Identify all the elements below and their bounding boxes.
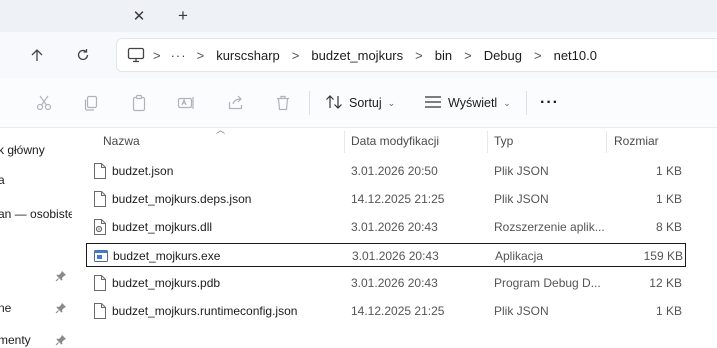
file-list: ︿ Nazwa Data modyfikacji Typ Rozmiar bud…: [86, 125, 717, 348]
sidebar-item-pinned-2[interactable]: ne: [0, 299, 72, 319]
sidebar-item-label: ne: [0, 301, 12, 315]
sort-label: Sortuj: [349, 96, 382, 110]
refresh-icon[interactable]: [70, 43, 96, 67]
chevron-down-icon: ⌄: [387, 97, 396, 108]
view-button[interactable]: Wyświetl ⌄: [424, 91, 511, 115]
sidebar-item-label: k główny: [0, 143, 45, 157]
breadcrumb-net10[interactable]: net10.0: [544, 48, 607, 63]
navigation-pane: k główny a an — osobiste ne menty: [0, 129, 72, 348]
pin-icon: [55, 270, 67, 282]
file-date-modified: 3.01.2026 20:43: [351, 276, 438, 290]
more-options-button[interactable]: ···: [540, 91, 559, 115]
file-row[interactable]: budzet_mojkurs.runtimeconfig.json 14.12.2…: [86, 299, 686, 323]
breadcrumb-separator: >: [464, 47, 472, 63]
file-name: budzet_mojkurs.dll: [112, 220, 213, 234]
file-date-modified: 14.12.2025 21:25: [351, 304, 445, 318]
copy-icon[interactable]: [81, 93, 101, 113]
file-type: Plik JSON: [494, 304, 549, 318]
file-size: 1 KB: [655, 304, 682, 318]
file-name: budzet_mojkurs.runtimeconfig.json: [112, 304, 298, 318]
file-name: budzet_mojkurs.exe: [113, 249, 221, 263]
column-header-date[interactable]: Data modyfikacji: [351, 129, 486, 153]
column-divider[interactable]: [606, 131, 607, 153]
sidebar-item-label: a: [0, 173, 5, 187]
breadcrumb-budzet-mojkurs[interactable]: budzet_mojkurs: [301, 48, 413, 63]
json-file-icon: [92, 162, 108, 180]
file-size: 159 KB: [643, 249, 683, 263]
breadcrumb-bin[interactable]: bin: [425, 48, 462, 63]
breadcrumb-separator: >: [291, 47, 300, 63]
file-date-modified: 3.01.2026 20:50: [351, 164, 438, 178]
sort-button[interactable]: Sortuj ⌄: [325, 91, 395, 115]
delete-icon[interactable]: [273, 93, 293, 113]
pdb-file-icon: [92, 274, 108, 292]
breadcrumb-separator: >: [196, 47, 205, 63]
navigation-bar: > ··· > kurscsharp > budzet_mojkurs > bi…: [0, 32, 717, 78]
json-file-icon: [92, 302, 108, 320]
file-type: Program Debug D...: [494, 276, 601, 290]
chevron-down-icon: ⌄: [503, 97, 511, 108]
file-name: budzet.json: [112, 164, 174, 178]
file-size: 8 KB: [655, 220, 682, 234]
sidebar-item-label: menty: [0, 333, 31, 347]
paste-icon[interactable]: [129, 93, 149, 113]
sidebar-item-onedrive[interactable]: an — osobiste: [0, 205, 72, 225]
file-size: 1 KB: [655, 164, 682, 178]
file-name: budzet_mojkurs.pdb: [112, 276, 221, 290]
new-tab-icon[interactable]: +: [172, 5, 194, 27]
pin-icon: [55, 334, 67, 346]
column-header-size[interactable]: Rozmiar: [614, 129, 684, 153]
column-header-type[interactable]: Typ: [494, 129, 604, 153]
dll-file-icon: [92, 218, 108, 236]
exe-file-icon: [93, 247, 109, 265]
sidebar-item-gallery[interactable]: a: [0, 171, 72, 191]
file-row[interactable]: budzet_mojkurs.pdb 3.01.2026 20:43 Program…: [86, 271, 686, 295]
sidebar-item-pinned-3[interactable]: menty: [0, 331, 72, 348]
toolbar-divider: [526, 91, 527, 115]
breadcrumb-separator: >: [415, 47, 423, 63]
file-row[interactable]: budzet_mojkurs.deps.json 14.12.2025 21:25…: [86, 187, 686, 211]
view-label: Wyświetl: [448, 96, 498, 110]
file-size: 12 KB: [649, 276, 682, 290]
breadcrumb-debug[interactable]: Debug: [474, 48, 532, 63]
json-file-icon: [92, 190, 108, 208]
close-tab-icon[interactable]: ✕: [128, 5, 150, 27]
column-header-name[interactable]: Nazwa: [103, 129, 343, 153]
file-type: Plik JSON: [494, 192, 549, 206]
file-date-modified: 14.12.2025 21:25: [351, 192, 445, 206]
file-row[interactable]: budzet_mojkurs.dll 3.01.2026 20:43 Rozszer…: [86, 215, 686, 239]
toolbar-divider: [309, 91, 310, 115]
file-size: 1 KB: [655, 192, 682, 206]
file-date-modified: 3.01.2026 20:43: [352, 249, 439, 263]
sidebar-item-label: an — osobiste: [0, 207, 72, 221]
view-list-icon: [424, 95, 442, 112]
breadcrumb-kurscsharp[interactable]: kurscsharp: [206, 48, 290, 63]
file-name: budzet_mojkurs.deps.json: [112, 192, 252, 206]
file-row[interactable]: budzet.json 3.01.2026 20:50 Plik JSON 1 KB: [86, 159, 686, 183]
file-row[interactable]: budzet_mojkurs.exe 3.01.2026 20:43 Aplikac…: [86, 243, 686, 267]
breadcrumb-separator: >: [534, 47, 542, 63]
tab-bar: ✕ +: [0, 0, 717, 32]
sort-icon: [325, 94, 343, 113]
file-type: Rozszerzenie aplik...: [494, 220, 605, 234]
computer-icon[interactable]: [127, 47, 145, 63]
file-type: Aplikacja: [495, 249, 544, 263]
breadcrumb-overflow[interactable]: ···: [163, 48, 195, 63]
share-icon[interactable]: [226, 93, 246, 113]
command-bar: Sortuj ⌄ Wyświetl ⌄ ···: [0, 78, 717, 128]
rename-icon[interactable]: [176, 93, 196, 113]
column-divider[interactable]: [487, 131, 488, 153]
cut-icon[interactable]: [34, 93, 54, 113]
sidebar-item-pinned-1[interactable]: [0, 267, 72, 287]
file-date-modified: 3.01.2026 20:43: [351, 220, 438, 234]
address-bar[interactable]: > ··· > kurscsharp > budzet_mojkurs > bi…: [116, 38, 717, 72]
file-type: Plik JSON: [494, 164, 549, 178]
column-divider[interactable]: [344, 131, 345, 153]
pin-icon: [55, 302, 67, 314]
arrow-up-icon[interactable]: [24, 43, 50, 67]
sidebar-item-home[interactable]: k główny: [0, 141, 72, 161]
breadcrumb-separator: >: [153, 47, 161, 63]
